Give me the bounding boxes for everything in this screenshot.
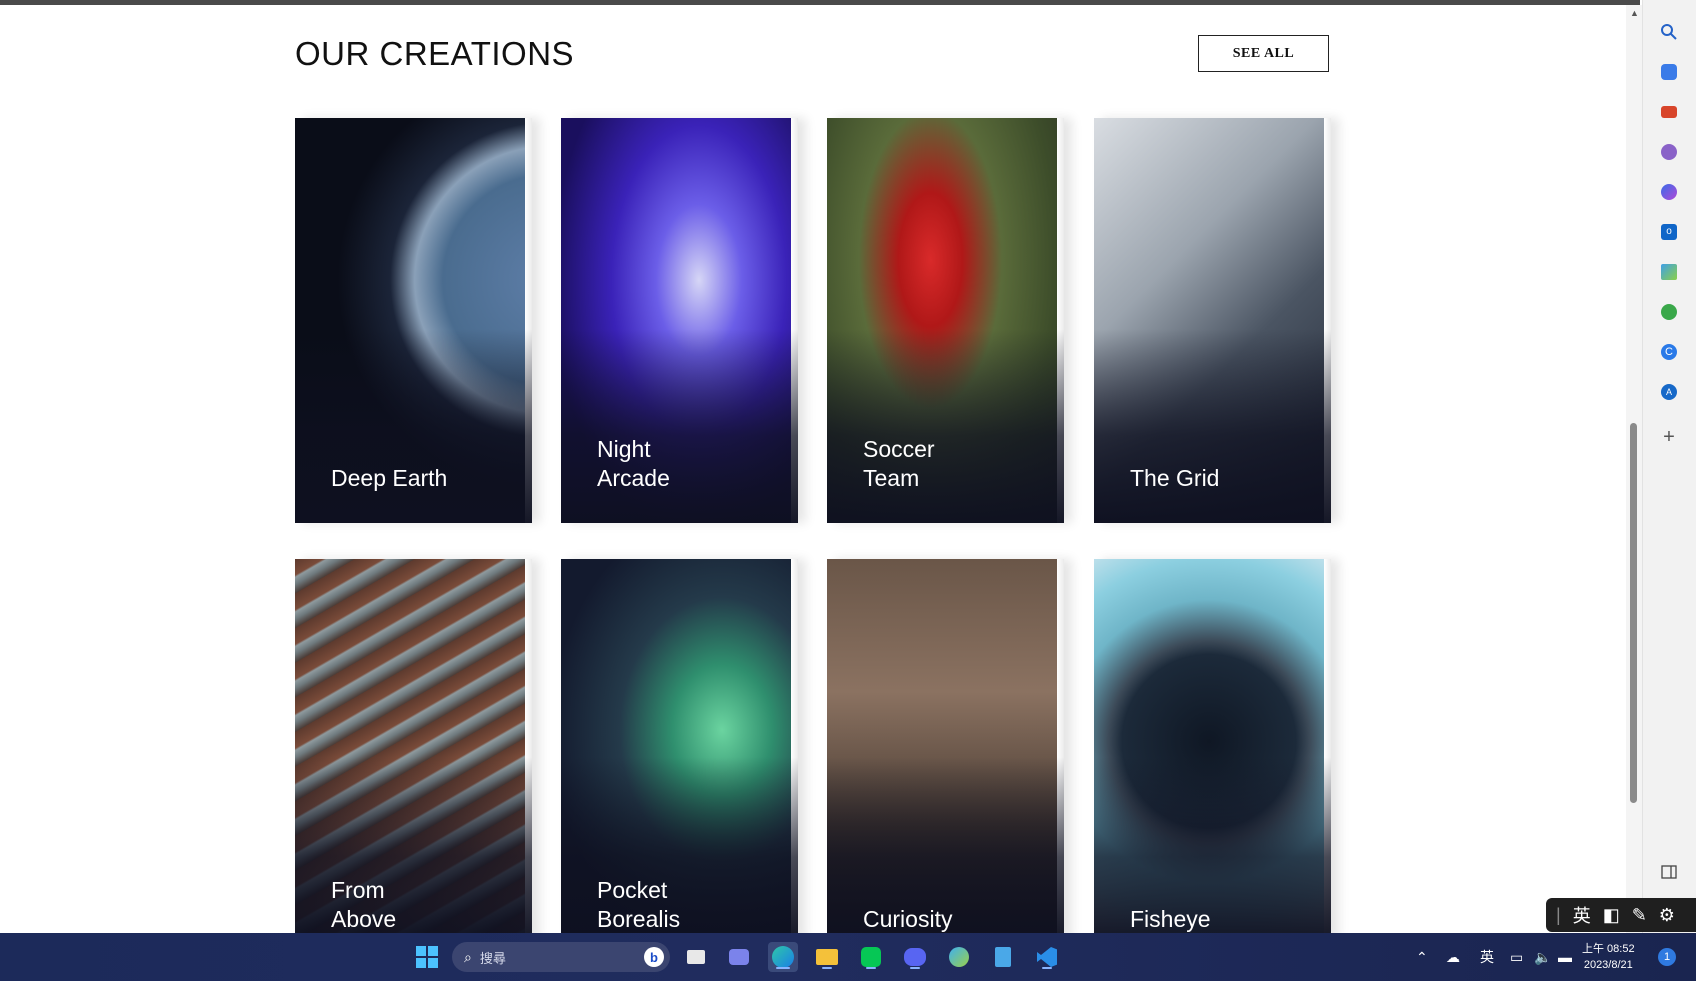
see-all-button[interactable]: SEE ALL	[1198, 35, 1329, 72]
sidebar-toggle-icon[interactable]	[1655, 858, 1683, 886]
onedrive-icon[interactable]: ☁	[1446, 933, 1460, 981]
copilot-icon[interactable]	[1655, 178, 1683, 206]
card-label: Curiosity	[863, 906, 953, 932]
taskbar-search[interactable]: ⌕ 搜尋 b	[452, 942, 670, 972]
card-label: Night Arcade	[597, 436, 670, 491]
browser-app-icon[interactable]	[944, 942, 974, 972]
clock[interactable]: 上午 08:52 2023/8/21	[1582, 941, 1635, 973]
bing-icon[interactable]: b	[644, 947, 664, 967]
windows-start-icon[interactable]	[412, 942, 442, 972]
line-app-icon[interactable]	[856, 942, 886, 972]
card-the-grid[interactable]: The Grid	[1094, 118, 1331, 523]
c-app-icon[interactable]: C	[1655, 338, 1683, 366]
a-app-icon[interactable]: A	[1655, 378, 1683, 406]
volume-icon[interactable]: 🔈	[1534, 933, 1551, 981]
battery-icon[interactable]: ▬	[1558, 933, 1572, 981]
card-deep-earth[interactable]: Deep Earth	[295, 118, 532, 523]
notification-badge[interactable]: 1	[1658, 948, 1676, 966]
page-scrollbar[interactable]: ▲	[1626, 5, 1642, 933]
add-icon[interactable]: +	[1655, 423, 1683, 451]
card-pocket-borealis[interactable]: Pocket Borealis	[561, 559, 798, 933]
clock-date: 2023/8/21	[1583, 959, 1633, 971]
card-curiosity[interactable]: Curiosity	[827, 559, 1064, 933]
notepad-icon[interactable]	[988, 942, 1018, 972]
edge-browser-icon[interactable]	[768, 942, 798, 972]
discord-icon[interactable]	[900, 942, 930, 972]
toolbox-icon[interactable]	[1655, 98, 1683, 126]
search-placeholder: 搜尋	[479, 950, 506, 966]
search-icon: ⌕	[464, 948, 472, 965]
search-icon[interactable]	[1655, 18, 1683, 46]
card-label: Deep Earth	[331, 465, 448, 491]
card-soccer-team[interactable]: Soccer Team	[827, 118, 1064, 523]
ime-toolbar: | 英 ◧ ✎ ⚙	[1546, 898, 1696, 932]
tray-overflow-icon[interactable]: ⌃	[1416, 933, 1428, 981]
page-content: OUR CREATIONS SEE ALL Deep Earth Night A…	[0, 5, 1626, 933]
card-label: Soccer Team	[863, 436, 935, 491]
outlook-icon[interactable]: o	[1655, 218, 1683, 246]
card-label: Fisheye	[1130, 906, 1211, 932]
scroll-up-arrow-icon[interactable]: ▲	[1630, 8, 1639, 18]
browser-sidebar: o C A +	[1642, 0, 1696, 933]
taskbar: ⌕ 搜尋 b ⌃ ☁ 英 ▭ 🔈 ▬ 上午 08:52 2023/8/21 1	[0, 933, 1696, 981]
tag-icon[interactable]	[1655, 58, 1683, 86]
tree-icon[interactable]	[1655, 298, 1683, 326]
chess-icon[interactable]	[1655, 138, 1683, 166]
tray-lang[interactable]: 英	[1480, 933, 1494, 981]
vscode-icon[interactable]	[1032, 942, 1062, 972]
card-label: From Above	[331, 877, 397, 932]
section-title: OUR CREATIONS	[295, 35, 575, 72]
card-label: Pocket Borealis	[597, 877, 681, 932]
card-fisheye[interactable]: Fisheye	[1094, 559, 1331, 933]
card-night-arcade[interactable]: Night Arcade	[561, 118, 798, 523]
card-label: The Grid	[1130, 465, 1220, 491]
scroll-thumb[interactable]	[1630, 423, 1637, 803]
ime-settings-icon[interactable]: ⚙	[1659, 905, 1675, 926]
ime-lang-toggle[interactable]: 英	[1573, 902, 1591, 928]
teams-chat-icon[interactable]	[724, 942, 754, 972]
task-view-icon[interactable]	[681, 942, 711, 972]
network-icon[interactable]: ▭	[1510, 933, 1523, 981]
ime-pad-icon[interactable]: ✎	[1632, 905, 1647, 926]
card-from-above[interactable]: From Above	[295, 559, 532, 933]
clock-time: 上午 08:52	[1582, 943, 1635, 955]
file-explorer-icon[interactable]	[812, 942, 842, 972]
ime-divider: |	[1556, 904, 1561, 925]
ime-layout-icon[interactable]: ◧	[1603, 905, 1620, 926]
send-icon[interactable]	[1655, 258, 1683, 286]
